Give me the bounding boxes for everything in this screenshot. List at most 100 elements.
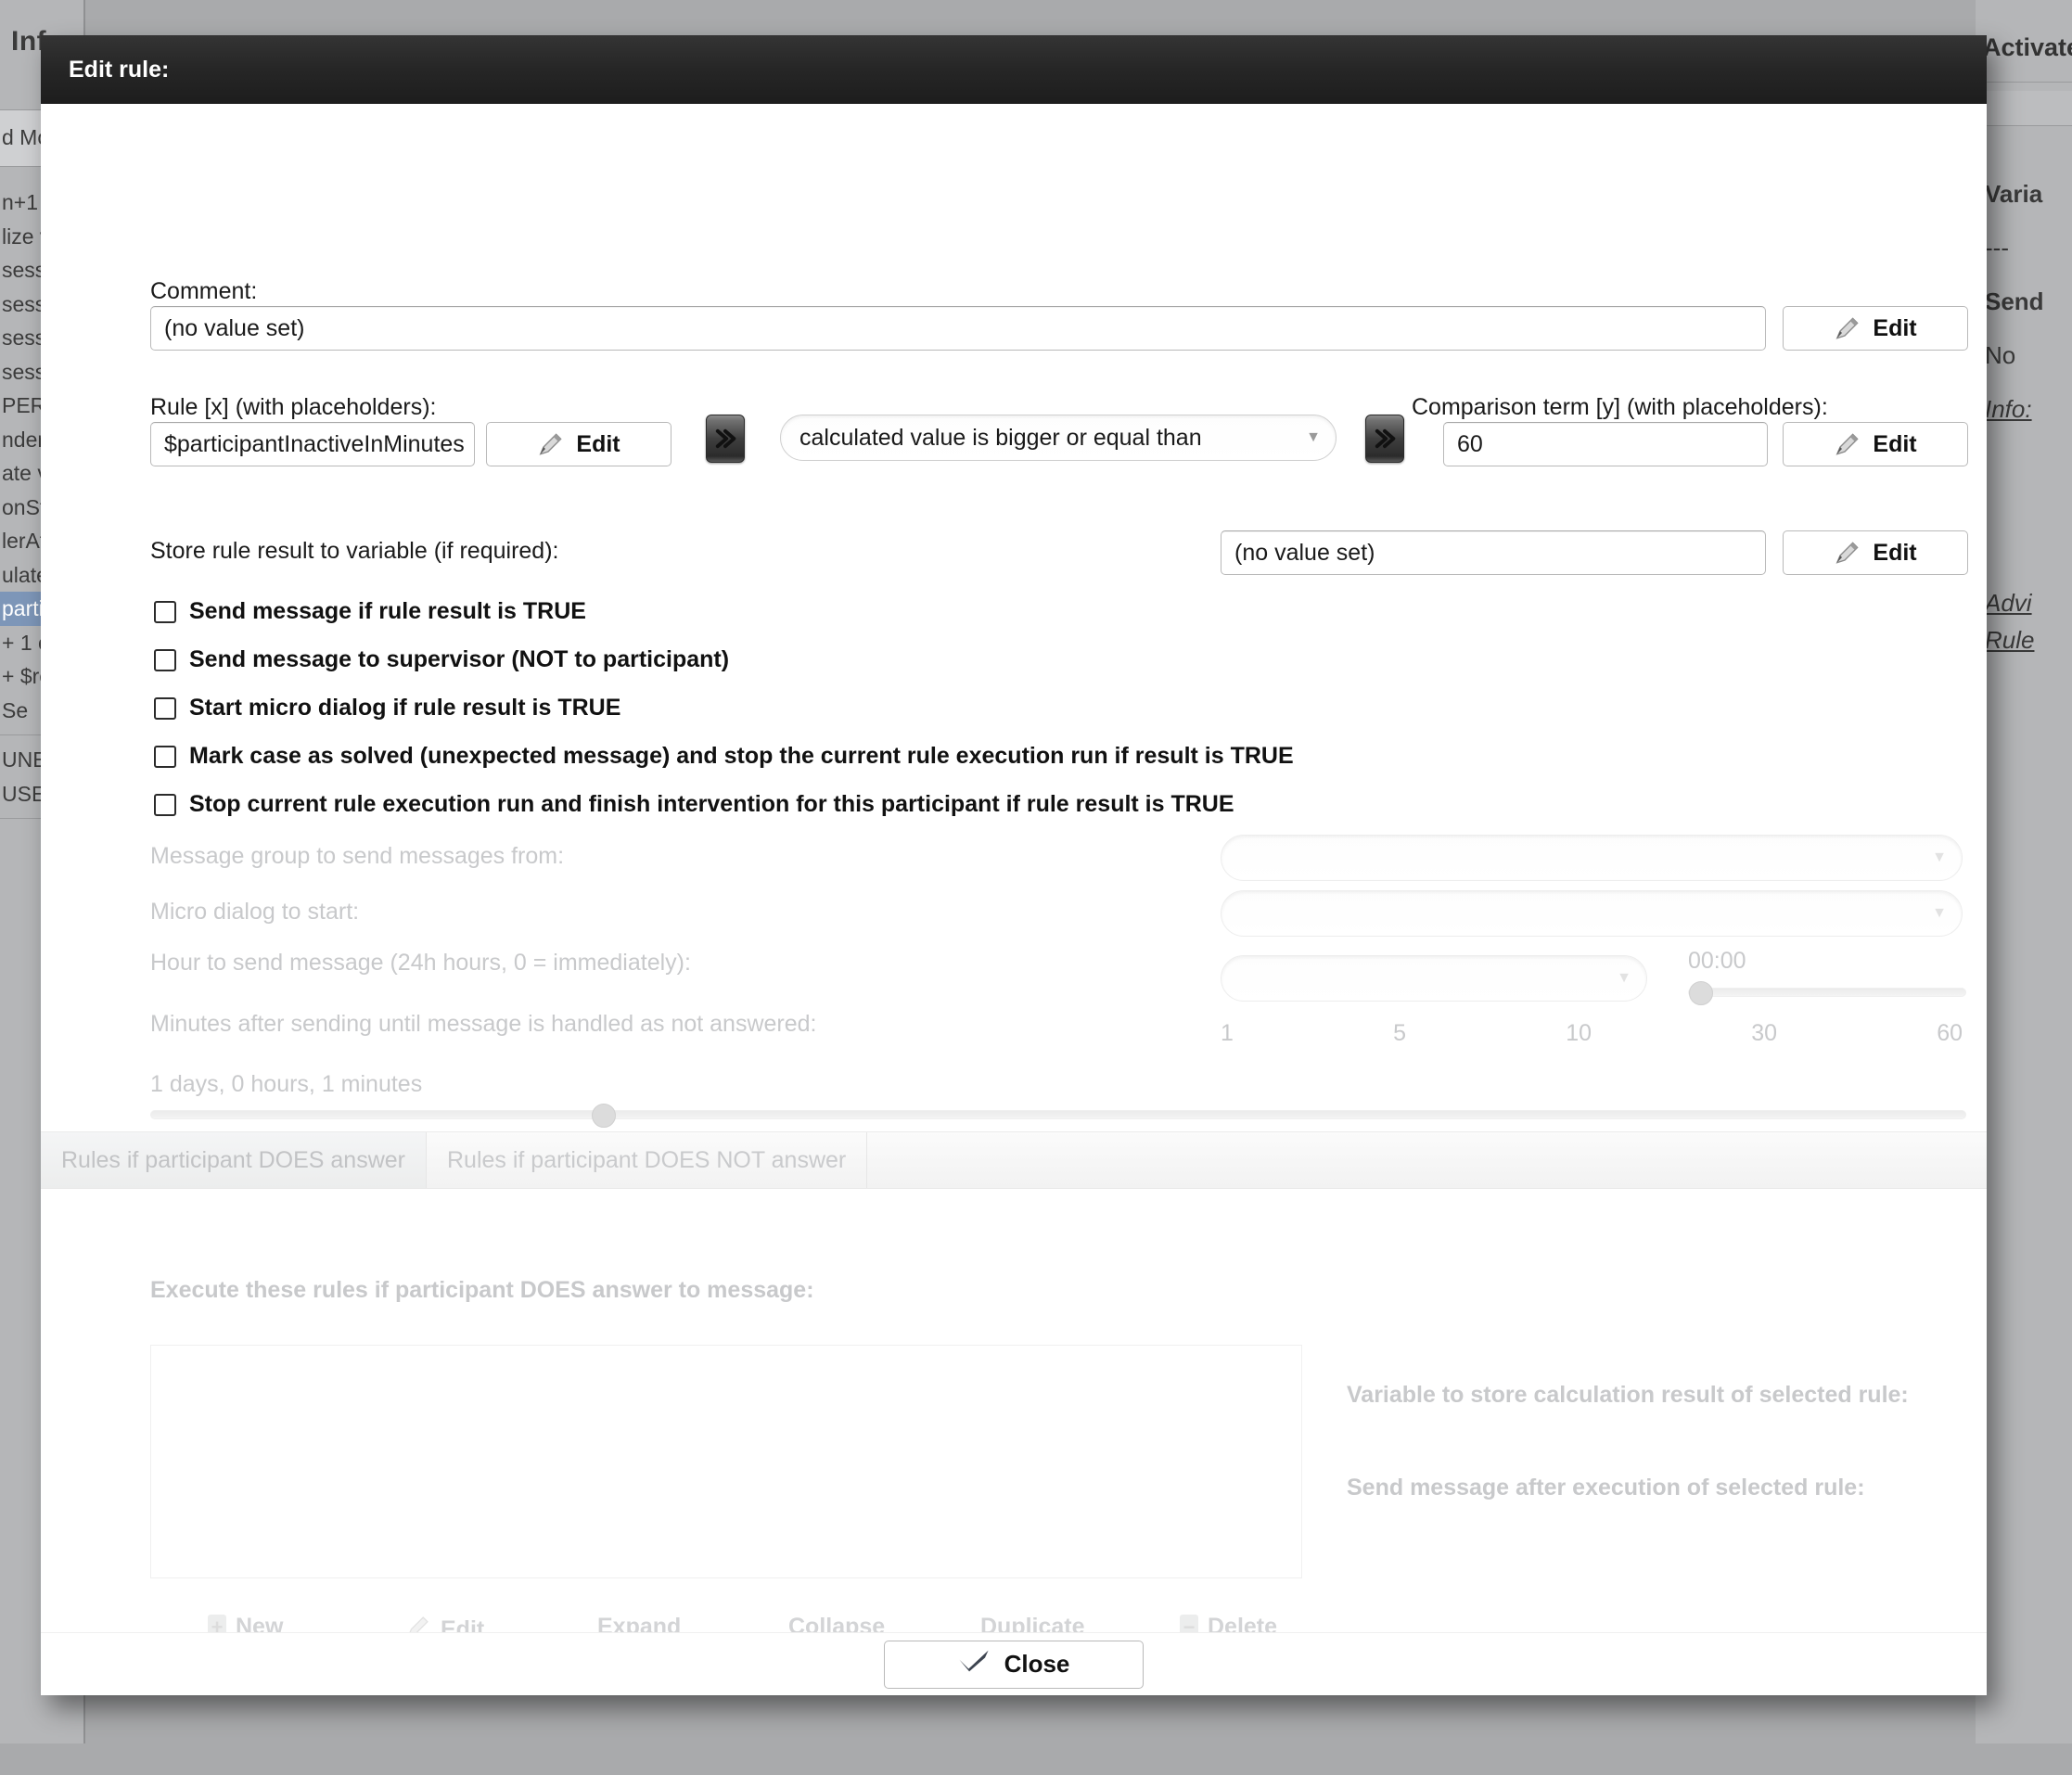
background-advanced-line: Advi	[1985, 589, 2032, 617]
checkbox-box[interactable]	[154, 600, 176, 623]
comment-edit-label: Edit	[1873, 314, 1917, 341]
list-new-button[interactable]: + New	[208, 1614, 283, 1632]
background-right-panel: Activate Varia --- Send No Info: Advi Ru…	[1976, 0, 2072, 1743]
double-chevron-icon	[1375, 428, 1396, 449]
minutes-not-answered-label: Minutes after sending until message is h…	[150, 1011, 817, 1037]
rule-edit-button[interactable]: Edit	[486, 422, 671, 466]
checkbox-box[interactable]	[154, 745, 176, 768]
checkbox-label: Stop current rule execution run and fini…	[189, 791, 1234, 817]
list-new-label: New	[236, 1614, 284, 1632]
checkbox-start-micro-dialog[interactable]: Start micro dialog if rule result is TRU…	[154, 695, 620, 721]
background-detail-line: No	[1985, 341, 2016, 369]
send-message-after-exec-label: Send message after execution of selected…	[1347, 1475, 1865, 1500]
list-collapse-button[interactable]: Collapse	[788, 1614, 885, 1632]
comparison-operator-select[interactable]: calculated value is bigger or equal than…	[780, 415, 1337, 461]
tick-label: 30	[1751, 1020, 1777, 1046]
plus-icon: +	[208, 1614, 226, 1632]
comment-label: Comment:	[150, 278, 258, 304]
tick-label: 1	[1221, 1020, 1234, 1046]
background-detail-text: Varia --- Send No Info:	[1985, 167, 2072, 436]
hour-slider-thumb[interactable]	[1689, 981, 1713, 1005]
list-delete-label: Delete	[1208, 1614, 1278, 1632]
checkbox-label: Start micro dialog if rule result is TRU…	[189, 695, 621, 721]
pencil-icon	[1834, 314, 1861, 342]
background-band	[1983, 91, 2072, 126]
checkbox-box[interactable]	[154, 696, 176, 720]
checkbox-box[interactable]	[154, 648, 176, 671]
dialog-title: Edit rule:	[69, 56, 170, 83]
checkbox-label: Send message if rule result is TRUE	[189, 598, 586, 624]
rule-field[interactable]: $participantInactiveInMinutes	[150, 422, 475, 466]
close-button[interactable]: Close	[884, 1640, 1144, 1689]
deactivation-value-text: 1 days, 0 hours, 1 minutes	[150, 1071, 423, 1097]
tab-label: Rules if participant DOES NOT answer	[446, 1146, 847, 1173]
background-activate-tab: Activate	[1983, 33, 2072, 61]
divider	[1983, 82, 2072, 83]
micro-dialog-select[interactable]: ▼	[1221, 890, 1963, 937]
background-detail-line: ---	[1985, 234, 2009, 262]
rule-label: Rule [x] (with placeholders):	[150, 394, 437, 420]
deactivation-slider-thumb[interactable]	[592, 1104, 616, 1128]
tab-rules-does-not-answer[interactable]: Rules if participant DOES NOT answer	[427, 1132, 868, 1188]
check-icon	[958, 1649, 990, 1679]
pencil-icon	[405, 1614, 431, 1632]
background-detail-line: Varia	[1985, 180, 2043, 208]
comparison-term-edit-button[interactable]: Edit	[1783, 422, 1968, 466]
chevron-down-icon: ▼	[1932, 849, 1947, 865]
message-group-label: Message group to send messages from:	[150, 843, 565, 869]
variable-store-result-label: Variable to store calculation result of …	[1347, 1382, 1909, 1408]
list-expand-label: Expand	[597, 1614, 682, 1632]
comment-field[interactable]: (no value set)	[150, 306, 1766, 351]
tab-label: Rules if participant DOES answer	[61, 1146, 405, 1173]
background-advanced-text: Advi Rule	[1985, 584, 2072, 658]
list-duplicate-label: Duplicate	[980, 1614, 1085, 1632]
chevron-down-icon: ▼	[1932, 905, 1947, 921]
rule-expand-right-icon[interactable]	[1365, 415, 1404, 463]
hour-to-send-label: Hour to send message (24h hours, 0 = imm…	[150, 950, 691, 976]
store-variable-edit-button[interactable]: Edit	[1783, 530, 1968, 575]
store-variable-field[interactable]: (no value set)	[1221, 530, 1766, 575]
minutes-tick-labels: 1 5 10 30 60	[1221, 1020, 1963, 1047]
checkbox-mark-case-solved[interactable]: Mark case as solved (unexpected message)…	[154, 743, 1294, 770]
checkbox-label: Send message to supervisor (NOT to parti…	[189, 646, 730, 672]
background-detail-line: Send	[1985, 287, 2044, 315]
list-duplicate-button[interactable]: Duplicate	[980, 1614, 1085, 1632]
hour-slider-track[interactable]	[1688, 981, 1966, 1005]
tabbar-filler	[867, 1132, 1987, 1188]
pencil-icon	[1834, 430, 1861, 458]
list-edit-label: Edit	[441, 1616, 485, 1632]
checkbox-label: Mark case as solved (unexpected message)…	[189, 743, 1294, 769]
dialog-body: Comment: (no value set) Edit Rule [x] (w…	[41, 104, 1987, 1632]
comment-edit-button[interactable]: Edit	[1783, 306, 1968, 351]
minus-icon: −	[1180, 1614, 1198, 1632]
list-expand-button[interactable]: Expand	[597, 1614, 681, 1632]
comparison-operator-value: calculated value is bigger or equal than	[799, 424, 1202, 451]
checkbox-box[interactable]	[154, 793, 176, 816]
rule-expand-left-icon[interactable]	[706, 415, 745, 463]
rule-edit-label: Edit	[576, 430, 620, 457]
edit-rule-dialog: Edit rule: Comment: (no value set) Edit …	[41, 35, 1987, 1695]
subsection-heading: Execute these rules if participant DOES …	[150, 1277, 814, 1303]
rules-tabbar: Rules if participant DOES answer Rules i…	[41, 1131, 1987, 1189]
dialog-header: Edit rule:	[41, 35, 1987, 104]
checkbox-send-message-true[interactable]: Send message if rule result is TRUE	[154, 598, 586, 625]
comparison-term-field[interactable]: 60	[1443, 422, 1768, 466]
background-advanced-line: Rule	[1985, 626, 2035, 654]
list-collapse-label: Collapse	[788, 1614, 886, 1632]
micro-dialog-label: Micro dialog to start:	[150, 899, 360, 925]
chevron-down-icon: ▼	[1617, 970, 1631, 986]
list-edit-button[interactable]: Edit	[405, 1614, 484, 1632]
checkbox-stop-and-finish[interactable]: Stop current rule execution run and fini…	[154, 791, 1234, 818]
background-detail-line: Info:	[1985, 395, 2032, 423]
tick-label: 5	[1393, 1020, 1406, 1046]
hour-to-send-select[interactable]: ▼	[1221, 955, 1647, 1002]
tab-rules-does-answer[interactable]: Rules if participant DOES answer	[41, 1132, 427, 1188]
deactivation-slider-track[interactable]	[150, 1104, 1966, 1128]
backdrop-bottom-strip	[0, 1743, 2072, 1775]
checkbox-send-to-supervisor[interactable]: Send message to supervisor (NOT to parti…	[154, 646, 729, 673]
pencil-icon	[1834, 539, 1861, 567]
message-group-select[interactable]: ▼	[1221, 835, 1963, 881]
double-chevron-icon	[715, 428, 736, 449]
rules-listbox[interactable]	[150, 1345, 1302, 1578]
list-delete-button[interactable]: − Delete	[1180, 1614, 1277, 1632]
